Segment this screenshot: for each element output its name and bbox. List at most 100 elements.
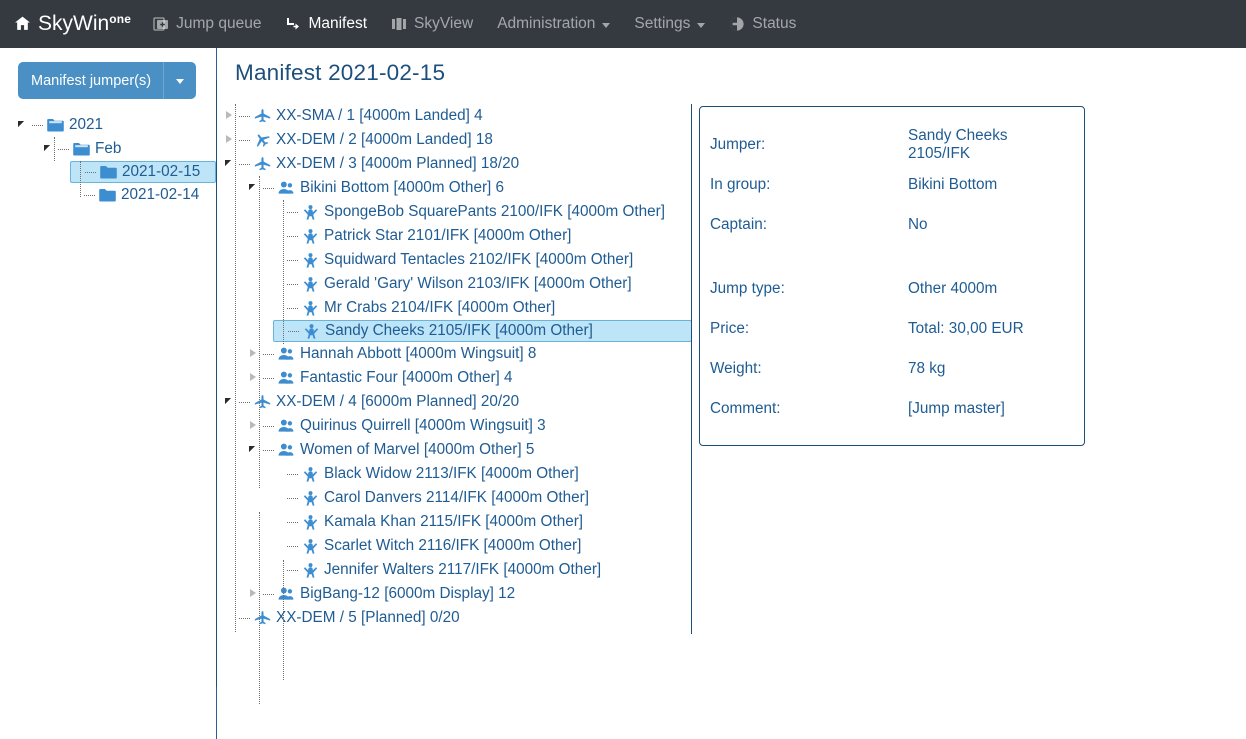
tree-leaf-spacer [273, 534, 287, 558]
detail-row-value: Bikini Bottom [908, 176, 1064, 194]
tree-row-label: Bikini Bottom [4000m Other] 6 [296, 179, 504, 197]
tree-row[interactable]: Hannah Abbott [4000m Wingsuit] 8 [249, 342, 692, 366]
group-icon [276, 179, 296, 198]
nav-skyview-label: SkyView [414, 15, 473, 33]
page-body: Manifest jumper(s) 2021Feb2021-02-152021… [0, 48, 1246, 739]
tree-row-label: Sandy Cheeks 2105/IFK [4000m Other] [321, 322, 593, 340]
nav-settings[interactable]: Settings [622, 0, 717, 48]
parachute-icon [285, 16, 301, 32]
detail-row: Comment:[Jump master] [710, 389, 1064, 429]
tree-connector [287, 212, 298, 213]
tree-leaf-spacer [225, 606, 239, 630]
tree-row[interactable]: Women of Marvel [4000m Other] 5 [249, 438, 692, 462]
jumper-icon [300, 251, 320, 270]
tree-row[interactable]: BigBang-12 [6000m Display] 12 [249, 582, 692, 606]
expand-toggle-icon[interactable] [225, 128, 239, 152]
tree-row[interactable]: Bikini Bottom [4000m Other] 6 [249, 176, 692, 200]
tree-row[interactable]: XX-DEM / 2 [4000m Landed] 18 [225, 128, 692, 152]
tree-row[interactable]: Squidward Tentacles 2102/IFK [4000m Othe… [273, 248, 692, 272]
detail-row: Price:Total: 30,00 EUR [710, 309, 1064, 349]
tree-connector [84, 195, 95, 196]
group-icon [276, 369, 296, 388]
collapse-toggle-icon[interactable] [18, 113, 32, 137]
tree-row[interactable]: XX-SMA / 1 [4000m Landed] 4 [225, 104, 692, 128]
nav-status[interactable]: Status [717, 0, 808, 48]
jumper-icon [300, 203, 320, 222]
jumper-icon [300, 513, 320, 532]
tree-connector [239, 164, 250, 165]
tree-row[interactable]: Quirinus Quirrell [4000m Wingsuit] 3 [249, 414, 692, 438]
expand-toggle-icon[interactable] [249, 366, 263, 390]
collapse-toggle-icon[interactable] [44, 137, 58, 161]
collapse-toggle-icon[interactable] [225, 152, 239, 176]
collapse-toggle-icon[interactable] [249, 438, 263, 462]
collapse-toggle-icon[interactable] [249, 176, 263, 200]
group-icon [276, 441, 296, 460]
tree-row-label: Kamala Khan 2115/IFK [4000m Other] [320, 513, 583, 531]
nav-jump-queue[interactable]: Jump queue [141, 0, 273, 48]
detail-row-key: In group: [710, 176, 908, 194]
tree-row[interactable]: Scarlet Witch 2116/IFK [4000m Other] [273, 534, 692, 558]
detail-row-key: Captain: [710, 216, 908, 234]
tree-row-label: Patrick Star 2101/IFK [4000m Other] [320, 227, 571, 245]
tree-connector [263, 188, 274, 189]
tree-connector [263, 594, 274, 595]
tree-connector [85, 172, 96, 173]
detail-row-value: No [908, 216, 1064, 234]
expand-toggle-icon[interactable] [225, 104, 239, 128]
folder-guide-line [80, 161, 81, 197]
tree-row[interactable]: XX-DEM / 3 [4000m Planned] 18/20 [225, 152, 692, 176]
tree-row[interactable]: XX-DEM / 5 [Planned] 0/20 [225, 606, 692, 630]
collapse-toggle-icon[interactable] [225, 390, 239, 414]
tree-connector [58, 149, 69, 150]
tree-row-label: Gerald 'Gary' Wilson 2103/IFK [4000m Oth… [320, 275, 632, 293]
jumper-icon [300, 537, 320, 556]
nav-manifest[interactable]: Manifest [273, 0, 379, 48]
expand-toggle-icon[interactable] [249, 342, 263, 366]
tree-row-label: Scarlet Witch 2116/IFK [4000m Other] [320, 537, 581, 555]
expand-toggle-icon[interactable] [249, 414, 263, 438]
tree-row[interactable]: Mr Crabs 2104/IFK [4000m Other] [273, 296, 692, 320]
folder-row[interactable]: 2021-02-14 [70, 183, 216, 207]
sidebar: Manifest jumper(s) 2021Feb2021-02-152021… [0, 48, 217, 739]
tree-row[interactable]: SpongeBob SquarePants 2100/IFK [4000m Ot… [273, 200, 692, 224]
tree-row[interactable]: XX-DEM / 4 [6000m Planned] 20/20 [225, 390, 692, 414]
detail-row-value: Total: 30,00 EUR [908, 320, 1064, 338]
tree-connector [263, 426, 274, 427]
brand-logo[interactable]: SkyWinone [10, 12, 141, 36]
tree-row[interactable]: Patrick Star 2101/IFK [4000m Other] [273, 224, 692, 248]
folder-row[interactable]: 2021-02-15 [70, 161, 216, 183]
tree-guide-line [259, 176, 260, 488]
dropdown-toggle[interactable] [163, 62, 196, 99]
nav-settings-label: Settings [634, 15, 690, 33]
nav-administration[interactable]: Administration [485, 0, 622, 48]
tree-row-label: XX-DEM / 5 [Planned] 0/20 [272, 609, 460, 627]
tree-row[interactable]: Jennifer Walters 2117/IFK [4000m Other] [273, 558, 692, 582]
tree-row[interactable]: Fantastic Four [4000m Other] 4 [249, 366, 692, 390]
tree-row[interactable]: Sandy Cheeks 2105/IFK [4000m Other] [273, 320, 692, 342]
detail-row-key: Weight: [710, 360, 908, 378]
tree-row-label: Jennifer Walters 2117/IFK [4000m Other] [320, 561, 601, 579]
tree-row[interactable]: Black Widow 2113/IFK [4000m Other] [273, 462, 692, 486]
tree-connector [287, 522, 298, 523]
expand-toggle-icon[interactable] [249, 582, 263, 606]
detail-row: Jumper:Sandy Cheeks 2105/IFK [710, 125, 1064, 165]
folder-row[interactable]: 2021 [18, 113, 216, 137]
tree-row-label: SpongeBob SquarePants 2100/IFK [4000m Ot… [320, 203, 665, 221]
tree-connector [287, 474, 298, 475]
tree-row[interactable]: Gerald 'Gary' Wilson 2103/IFK [4000m Oth… [273, 272, 692, 296]
nav-administration-label: Administration [497, 15, 595, 33]
folder-row[interactable]: Feb [44, 137, 216, 161]
manifest-tree-column: XX-SMA / 1 [4000m Landed] 4XX-DEM / 2 [4… [217, 104, 693, 630]
detail-row: Weight:78 kg [710, 349, 1064, 389]
tree-row[interactable]: Carol Danvers 2114/IFK [4000m Other] [273, 486, 692, 510]
manifest-jumpers-dropdown-button[interactable]: Manifest jumper(s) [18, 62, 196, 99]
tree-row-label: Mr Crabs 2104/IFK [4000m Other] [320, 299, 555, 317]
detail-column: Jumper:Sandy Cheeks 2105/IFK In group:Bik… [693, 104, 1246, 630]
tree-row[interactable]: Kamala Khan 2115/IFK [4000m Other] [273, 510, 692, 534]
folder-open-icon [45, 117, 65, 133]
nav-skyview[interactable]: SkyView [379, 0, 485, 48]
tree-connector [263, 354, 274, 355]
nav-manifest-label: Manifest [308, 15, 367, 33]
tree-connector [287, 236, 298, 237]
